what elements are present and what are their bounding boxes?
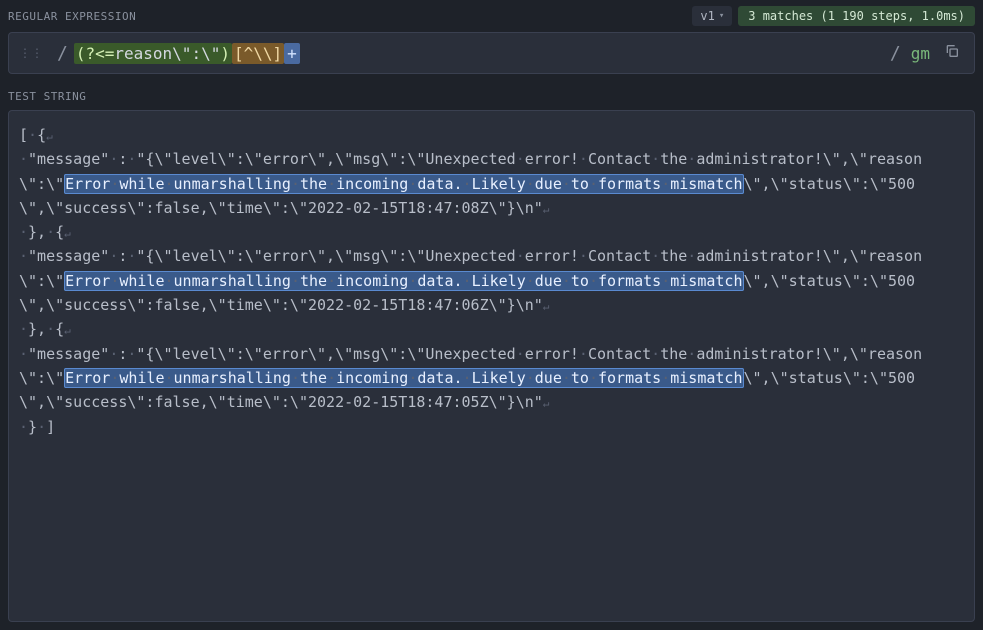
test-string-input[interactable]: [·{↵·"message"·:·"{\"level\":\"error\",\… (8, 110, 975, 622)
version-label: v1 (700, 9, 714, 23)
drag-handle-icon[interactable]: ⋮⋮ (19, 46, 43, 60)
regex-header: REGULAR EXPRESSION v1 ▾ 3 matches (1 190… (0, 0, 983, 32)
regex-match: Error·while·unmarshalling·the·incoming·d… (64, 174, 743, 194)
regex-delimiter-close: / (890, 43, 901, 64)
regex-section-label: REGULAR EXPRESSION (8, 10, 136, 23)
test-section-label: TEST STRING (8, 90, 86, 103)
copy-icon[interactable] (940, 39, 964, 67)
chevron-down-icon: ▾ (719, 11, 724, 21)
regex-match: Error·while·unmarshalling·the·incoming·d… (64, 368, 743, 388)
regex-input-container[interactable]: ⋮⋮ / (?<=reason\":\")[^\\]+ / gm (8, 32, 975, 74)
regex-match: Error·while·unmarshalling·the·incoming·d… (64, 271, 743, 291)
regex-delimiter-open: / (57, 43, 68, 64)
test-header: TEST STRING (8, 82, 975, 110)
regex-pattern[interactable]: (?<=reason\":\")[^\\]+ (74, 43, 884, 64)
version-selector[interactable]: v1 ▾ (692, 6, 732, 26)
test-section: TEST STRING [·{↵·"message"·:·"{\"level\"… (0, 82, 983, 622)
regex-flags[interactable]: gm (911, 44, 930, 63)
header-controls: v1 ▾ 3 matches (1 190 steps, 1.0ms) (692, 6, 975, 26)
match-stats: 3 matches (1 190 steps, 1.0ms) (738, 6, 975, 26)
